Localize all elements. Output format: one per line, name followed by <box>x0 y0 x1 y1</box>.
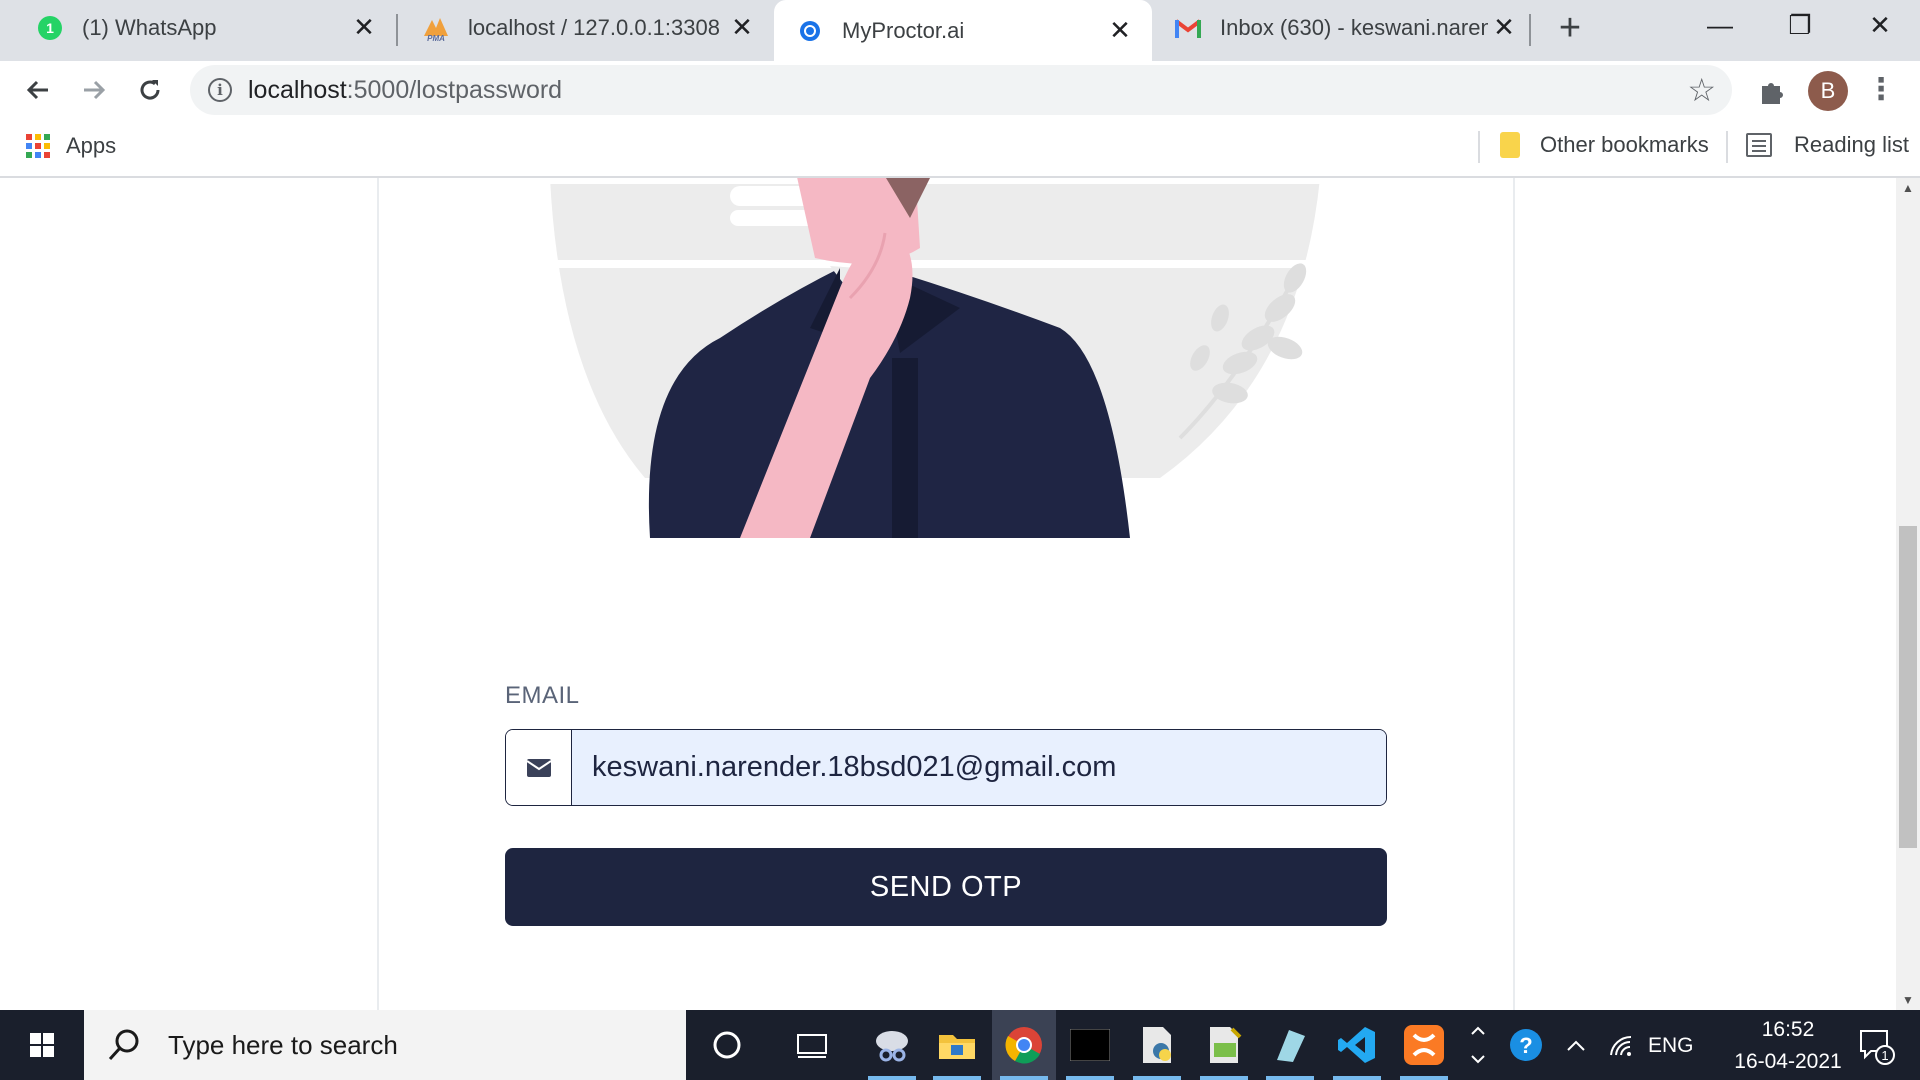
cortana-icon[interactable] <box>695 1010 759 1080</box>
python-file-icon[interactable] <box>1125 1010 1189 1080</box>
tab-title: MyProctor.ai <box>842 17 965 43</box>
page-viewport: EMAIL SEND OTP <box>0 178 1896 1010</box>
new-tab-button[interactable]: + <box>1550 6 1590 50</box>
tab-divider <box>396 14 398 46</box>
vscode-icon[interactable] <box>1325 1010 1389 1080</box>
thinking-person-illustration <box>540 178 1330 538</box>
bookmark-other[interactable]: Other bookmarks <box>1500 132 1709 158</box>
reading-list-label: Reading list <box>1794 132 1909 157</box>
chrome-tab-icon <box>796 17 824 45</box>
site-info-icon[interactable]: i <box>208 78 232 102</box>
xampp-icon[interactable] <box>1392 1010 1456 1080</box>
notes-app-icon[interactable] <box>1258 1010 1322 1080</box>
tab-title: localhost / 127.0.0.1:3308 / q <box>468 14 726 40</box>
scrollbar-thumb[interactable] <box>1899 526 1917 848</box>
back-arrow-icon[interactable] <box>14 66 62 114</box>
chrome-icon[interactable] <box>992 1010 1056 1080</box>
reading-list-icon <box>1746 133 1772 157</box>
overflow-scroll-icon[interactable] <box>1460 1010 1496 1080</box>
profile-avatar[interactable]: B <box>1808 71 1848 111</box>
minimize-icon[interactable]: — <box>1680 0 1760 50</box>
apps-grid-icon <box>26 134 50 158</box>
bookmarks-bar: Apps Other bookmarks Reading list <box>0 119 1920 178</box>
scroll-down-arrow-icon[interactable]: ▼ <box>1896 990 1920 1010</box>
svg-text:1: 1 <box>1881 1048 1888 1063</box>
phpmyadmin-icon: PMA <box>422 14 450 42</box>
taskbar-search-box[interactable]: Type here to search <box>84 1010 686 1080</box>
email-field[interactable] <box>572 730 1386 805</box>
search-icon <box>108 1029 139 1061</box>
search-placeholder: Type here to search <box>168 1029 398 1060</box>
clock-time[interactable]: 16:52 <box>1738 1018 1838 1042</box>
forward-arrow-icon[interactable] <box>70 66 118 114</box>
email-label: EMAIL <box>505 682 580 709</box>
tab-strip: 1 (1) WhatsApp ✕ PMA localhost / 127.0.0… <box>0 0 1920 61</box>
tab-divider <box>1529 14 1531 46</box>
tab-title: Inbox (630) - keswani.narend <box>1220 14 1488 40</box>
gmail-icon <box>1174 14 1202 42</box>
apps-label: Apps <box>66 133 117 158</box>
svg-text:?: ? <box>1519 1033 1532 1058</box>
bookmark-divider <box>1726 131 1728 163</box>
reload-icon[interactable] <box>126 66 174 114</box>
envelope-icon <box>506 730 572 805</box>
tab-gmail[interactable]: Inbox (630) - keswani.narend ✕ <box>1152 0 1536 55</box>
address-bar[interactable]: i localhost:5000/lostpassword ☆ <box>190 65 1732 115</box>
windows-logo-icon <box>30 1033 54 1057</box>
notifications-icon[interactable]: 1 <box>1840 1010 1910 1080</box>
bookmark-star-icon[interactable]: ☆ <box>1687 71 1716 109</box>
folder-icon <box>1500 132 1520 158</box>
tab-myproctor[interactable]: MyProctor.ai ✕ <box>774 0 1152 61</box>
more-menu-icon[interactable]: ⋮ <box>1866 70 1896 110</box>
close-icon[interactable]: ✕ <box>1104 15 1136 46</box>
snipping-tool-icon[interactable] <box>860 1010 924 1080</box>
extensions-puzzle-icon[interactable] <box>1752 66 1792 106</box>
tab-title: (1) WhatsApp <box>82 14 217 40</box>
browser-toolbar: i localhost:5000/lostpassword ☆ B ⋮ <box>0 61 1920 119</box>
close-icon[interactable]: ✕ <box>348 12 380 43</box>
bookmark-divider <box>1478 131 1480 163</box>
svg-text:1: 1 <box>46 20 54 36</box>
wifi-icon[interactable] <box>1596 1010 1646 1080</box>
close-icon[interactable]: ✕ <box>726 12 758 43</box>
bookmark-reading-list[interactable]: Reading list <box>1746 132 1909 158</box>
whatsapp-icon: 1 <box>36 14 64 42</box>
other-bookmarks-label: Other bookmarks <box>1540 132 1709 157</box>
bookmark-apps[interactable]: Apps <box>26 133 116 159</box>
scroll-up-arrow-icon[interactable]: ▲ <box>1896 178 1920 198</box>
close-icon[interactable]: ✕ <box>1488 12 1520 43</box>
terminal-icon[interactable] <box>1058 1010 1122 1080</box>
page-scrollbar[interactable]: ▲ ▼ <box>1896 178 1920 1010</box>
url-text: localhost:5000/lostpassword <box>248 76 563 104</box>
start-button[interactable] <box>0 1010 84 1080</box>
windows-taskbar: Type here to search ? ENG 16:52 16-04-20… <box>0 1010 1920 1080</box>
tab-phpmyadmin[interactable]: PMA localhost / 127.0.0.1:3308 / q ✕ <box>400 0 774 55</box>
svg-text:PMA: PMA <box>427 34 445 42</box>
restore-icon[interactable]: ❐ <box>1760 0 1840 50</box>
file-explorer-icon[interactable] <box>925 1010 989 1080</box>
email-input-group <box>505 729 1387 806</box>
python-idle-icon[interactable] <box>1192 1010 1256 1080</box>
task-view-icon[interactable] <box>780 1010 844 1080</box>
send-otp-button[interactable]: SEND OTP <box>505 848 1387 926</box>
language-indicator[interactable]: ENG <box>1648 1034 1694 1058</box>
window-close-icon[interactable]: ✕ <box>1840 0 1920 50</box>
tab-whatsapp[interactable]: 1 (1) WhatsApp ✕ <box>14 0 396 55</box>
